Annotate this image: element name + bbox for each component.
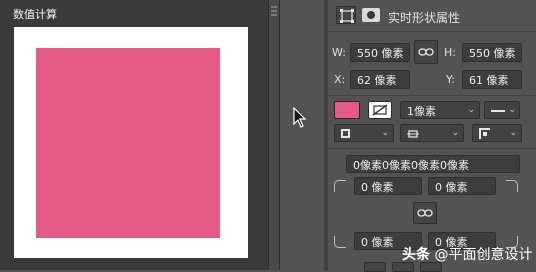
stroke-align-select[interactable]: ⌄ xyxy=(334,124,394,142)
chevron-down-icon: ⌄ xyxy=(508,105,516,115)
line-cap-icon xyxy=(407,130,419,138)
scroll-grip xyxy=(271,6,277,8)
x-label: X: xyxy=(334,73,346,86)
properties-panel: 实时形状属性 W: 550 像素 H: 550 像素 X: 62 像素 Y: 6… xyxy=(328,0,536,272)
solid-line-icon xyxy=(491,110,505,112)
watermark: 头条 @平面创意设计 xyxy=(402,244,532,264)
link-icon xyxy=(417,209,433,217)
y-field[interactable]: 61 像素 xyxy=(462,70,522,89)
chevron-down-icon: ⌄ xyxy=(467,105,475,115)
rectangle-shape[interactable] xyxy=(36,48,220,238)
corner-top-right-field[interactable]: 0 像素 xyxy=(428,177,496,195)
watermark-handle: @平面创意设计 xyxy=(434,247,533,263)
divider xyxy=(328,148,536,149)
stroke-align-icon xyxy=(341,129,350,138)
y-label: Y: xyxy=(446,73,455,86)
chevron-down-icon: ⌄ xyxy=(509,128,517,138)
stroke-width-select[interactable]: 1像素 ⌄ xyxy=(400,101,480,119)
chevron-down-icon: ⌄ xyxy=(381,128,389,138)
stroke-width-value: 1像素 xyxy=(407,105,436,118)
stroke-swatch[interactable] xyxy=(368,101,392,119)
divider xyxy=(328,95,536,96)
line-cap-select[interactable]: ⌄ xyxy=(400,124,464,142)
panel-scrollbar[interactable] xyxy=(268,0,280,270)
transform-icon[interactable] xyxy=(336,6,356,24)
x-field[interactable]: 62 像素 xyxy=(350,70,410,89)
scroll-grip xyxy=(271,10,277,12)
scroll-grip xyxy=(271,14,277,16)
properties-title: 实时形状属性 xyxy=(388,11,461,25)
chevron-down-icon: ⌄ xyxy=(451,128,459,138)
corner-top-left-field[interactable]: 0 像素 xyxy=(354,177,422,195)
height-label: H: xyxy=(444,46,456,59)
mask-icon[interactable] xyxy=(362,8,380,22)
workspace-gap xyxy=(280,0,324,270)
stroke-style-select[interactable]: ⌄ xyxy=(484,101,520,119)
corner-top-left-icon xyxy=(334,180,346,192)
no-stroke-icon xyxy=(372,104,388,116)
link-icon xyxy=(418,48,434,56)
mask-icon-dot xyxy=(367,11,375,19)
watermark-brand: 头条 xyxy=(402,247,430,263)
corner-top-right-icon xyxy=(506,180,518,192)
panel-title: 数值计算 xyxy=(13,8,57,21)
path-op-button[interactable] xyxy=(364,262,386,272)
link-size-button[interactable] xyxy=(414,40,438,64)
height-field[interactable]: 550 像素 xyxy=(462,43,522,62)
width-field[interactable]: 550 像素 xyxy=(350,43,410,62)
fill-swatch[interactable] xyxy=(334,101,360,119)
link-corners-button[interactable] xyxy=(413,202,437,224)
divider xyxy=(328,31,536,32)
mouse-cursor-icon xyxy=(293,106,307,129)
corner-radius-combined-field[interactable]: 0像素0像素0像素0像素 xyxy=(346,155,520,173)
line-join-icon xyxy=(479,128,490,139)
canvas-panel: 数值计算 xyxy=(0,0,268,270)
line-join-select[interactable]: ⌄ xyxy=(472,124,522,142)
corner-bottom-left-icon xyxy=(334,236,346,248)
width-label: W: xyxy=(332,46,346,59)
